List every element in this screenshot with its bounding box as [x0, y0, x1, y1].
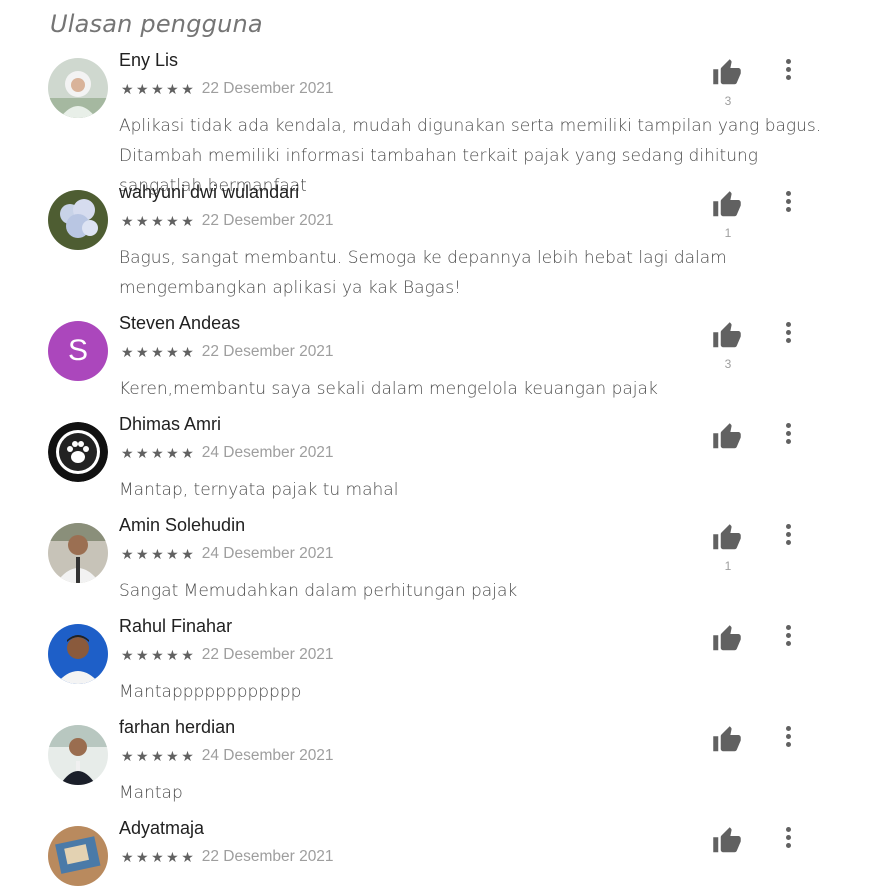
thumbs-up-icon[interactable]: [711, 826, 743, 856]
thumbs-up-icon[interactable]: [711, 190, 743, 220]
review-date: 24 Desember 2021: [201, 444, 334, 461]
avatar[interactable]: [48, 725, 108, 785]
thumbs-up-icon[interactable]: [711, 725, 743, 755]
star-rating: ★★★★★: [121, 747, 197, 764]
rating-row: ★★★★★ 22 Desember 2021: [121, 848, 334, 868]
avatar[interactable]: [48, 58, 108, 118]
review-text: Mantap, ternyata pajak tu mahal: [119, 480, 399, 500]
review-text: Keren,membantu saya sekali dalam mengelo…: [119, 379, 658, 399]
thumbs-up-icon[interactable]: [711, 523, 743, 553]
star-rating: ★★★★★: [121, 545, 197, 562]
more-options-icon[interactable]: [778, 622, 798, 650]
star-rating: ★★★★★: [121, 80, 197, 97]
avatar[interactable]: S: [48, 321, 108, 381]
more-options-icon[interactable]: [778, 420, 798, 448]
review-text: Bagus, sangat membantu. Semoga ke depann…: [119, 248, 727, 298]
rating-row: ★★★★★ 22 Desember 2021: [121, 646, 334, 666]
reviewer-name: Adyatmaja: [119, 818, 205, 838]
avatar[interactable]: [48, 523, 108, 583]
more-options-icon[interactable]: [778, 319, 798, 347]
rating-row: ★★★★★ 24 Desember 2021: [121, 545, 334, 565]
thumbs-up-icon[interactable]: [711, 422, 743, 452]
avatar[interactable]: [48, 826, 108, 886]
more-options-icon[interactable]: [778, 56, 798, 84]
more-options-icon[interactable]: [778, 824, 798, 852]
star-rating: ★★★★★: [121, 444, 197, 461]
avatar[interactable]: [48, 624, 108, 684]
review-date: 22 Desember 2021: [201, 848, 334, 865]
star-rating: ★★★★★: [121, 848, 197, 865]
review-date: 22 Desember 2021: [201, 80, 334, 97]
avatar[interactable]: [48, 190, 108, 250]
review-text: Mantap: [119, 783, 183, 803]
thumbs-up-icon[interactable]: [711, 624, 743, 654]
like-count: 3: [724, 357, 732, 371]
reviewer-name: wahyuni dwi wulandari: [119, 182, 300, 202]
star-rating: ★★★★★: [121, 646, 197, 663]
section-title: Ulasan pengguna: [50, 10, 263, 38]
star-rating: ★★★★★: [121, 343, 197, 360]
rating-row: ★★★★★ 22 Desember 2021: [121, 80, 334, 100]
reviewer-name: Dhimas Amri: [119, 414, 222, 434]
more-options-icon[interactable]: [778, 723, 798, 751]
reviewer-name: Steven Andeas: [119, 313, 241, 333]
thumbs-up-icon[interactable]: [711, 58, 743, 88]
reviewer-name: Eny Lis: [119, 50, 179, 70]
rating-row: ★★★★★ 22 Desember 2021: [121, 212, 334, 232]
rating-row: ★★★★★ 24 Desember 2021: [121, 747, 334, 767]
reviewer-name: Amin Solehudin: [119, 515, 246, 535]
review-date: 24 Desember 2021: [201, 747, 334, 764]
review-date: 24 Desember 2021: [201, 545, 334, 562]
rating-row: ★★★★★ 24 Desember 2021: [121, 444, 334, 464]
review-date: 22 Desember 2021: [201, 646, 334, 663]
review-text: Mantapppppppppppp: [119, 682, 302, 702]
avatar[interactable]: [48, 422, 108, 482]
like-count: 1: [724, 226, 732, 240]
thumbs-up-icon[interactable]: [711, 321, 743, 351]
like-count: 1: [724, 559, 732, 573]
more-options-icon[interactable]: [778, 521, 798, 549]
review-text: Sangat Memudahkan dalam perhitungan paja…: [119, 581, 518, 601]
reviewer-name: farhan herdian: [119, 717, 236, 737]
reviewer-name: Rahul Finahar: [119, 616, 233, 636]
rating-row: ★★★★★ 22 Desember 2021: [121, 343, 334, 363]
star-rating: ★★★★★: [121, 212, 197, 229]
more-options-icon[interactable]: [778, 188, 798, 216]
like-count: 3: [724, 94, 732, 108]
review-date: 22 Desember 2021: [201, 343, 334, 360]
review-date: 22 Desember 2021: [201, 212, 334, 229]
avatar-letter: S: [67, 334, 88, 367]
